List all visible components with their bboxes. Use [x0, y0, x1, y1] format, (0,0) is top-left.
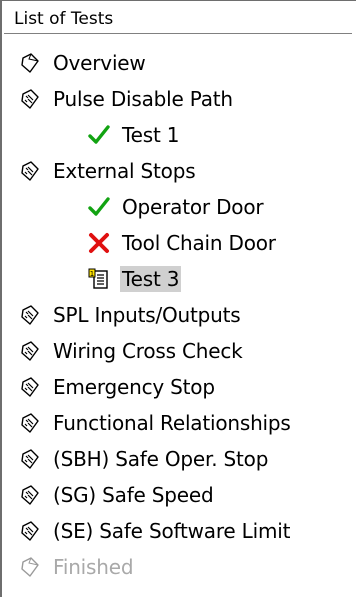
tree-item[interactable]: Operator Door	[2, 189, 358, 225]
tree-item-label: Tool Chain Door	[122, 231, 276, 255]
tree-item-label: Functional Relationships	[53, 411, 291, 435]
tree-item[interactable]: (SG) Safe Speed	[2, 477, 358, 513]
tree-item[interactable]: Overview	[2, 45, 358, 81]
tree-item[interactable]: Tool Chain Door	[2, 225, 358, 261]
tree-item[interactable]: Emergency Stop	[2, 369, 358, 405]
tree-item-label: External Stops	[53, 159, 196, 183]
panel-title: List of Tests	[4, 4, 352, 34]
tree-item[interactable]: External Stops	[2, 153, 358, 189]
checklist-icon	[19, 340, 41, 362]
tree-item[interactable]: Functional Relationships	[2, 405, 358, 441]
checkmark-icon	[88, 196, 110, 218]
tree-item-label: Operator Door	[122, 195, 264, 219]
tree-item-label: Emergency Stop	[53, 375, 215, 399]
tree-item[interactable]: 1 Test 3	[2, 261, 358, 297]
checklist-icon	[19, 448, 41, 470]
cross-icon	[88, 232, 110, 254]
test-tree: Overview Pulse Disable Path Test 1 External…	[2, 45, 358, 585]
tree-item-label: SPL Inputs/Outputs	[53, 303, 241, 327]
checklist-icon	[19, 304, 41, 326]
test-sheet-icon: 1	[88, 268, 110, 290]
tree-item[interactable]: (SE) Safe Software Limit	[2, 513, 358, 549]
tree-item-label: Overview	[53, 51, 146, 75]
tree-item-label: Finished	[53, 555, 134, 579]
tree-item-label: (SE) Safe Software Limit	[53, 519, 291, 543]
checklist-icon	[19, 412, 41, 434]
checkmark-icon	[88, 124, 110, 146]
flag-outline-icon	[19, 556, 41, 578]
tree-item-label: Wiring Cross Check	[53, 339, 243, 363]
checklist-icon	[19, 88, 41, 110]
tree-item[interactable]: Pulse Disable Path	[2, 81, 358, 117]
tree-item[interactable]: Finished	[2, 549, 358, 585]
tree-item-label: (SBH) Safe Oper. Stop	[53, 447, 269, 471]
checklist-icon	[19, 520, 41, 542]
tree-item[interactable]: SPL Inputs/Outputs	[2, 297, 358, 333]
svg-text:1: 1	[90, 270, 94, 278]
tree-item[interactable]: Wiring Cross Check	[2, 333, 358, 369]
checklist-icon	[19, 160, 41, 182]
tree-item[interactable]: Test 1	[2, 117, 358, 153]
document-outline-icon	[19, 52, 41, 74]
tree-item-label: Test 1	[122, 123, 180, 147]
tree-item-label: Test 3	[120, 266, 182, 292]
tree-item-label: Pulse Disable Path	[53, 87, 233, 111]
checklist-icon	[19, 484, 41, 506]
checklist-icon	[19, 376, 41, 398]
tree-item-label: (SG) Safe Speed	[53, 483, 214, 507]
test-list-panel: List of Tests Overview Pulse Disable Path…	[0, 0, 356, 597]
tree-item[interactable]: (SBH) Safe Oper. Stop	[2, 441, 358, 477]
